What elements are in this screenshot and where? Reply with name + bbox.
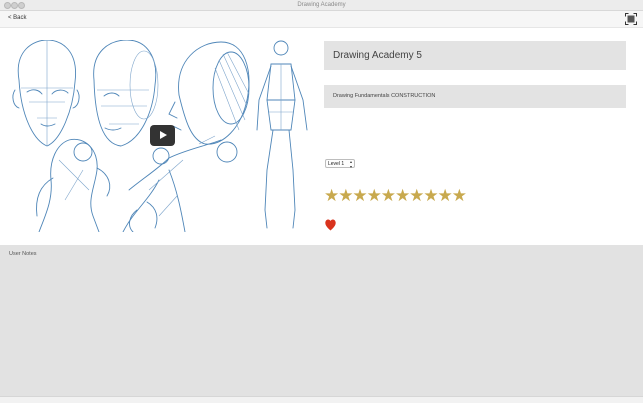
star-icon[interactable]: ★: [367, 187, 382, 205]
star-icon[interactable]: ★: [395, 187, 410, 205]
lesson-title: Drawing Academy 5: [333, 50, 422, 61]
level-select-value: Level 1: [328, 161, 345, 167]
star-icon[interactable]: ★: [423, 187, 438, 205]
star-icon[interactable]: ★: [381, 187, 396, 205]
window-title: Drawing Academy: [297, 2, 346, 8]
star-icon[interactable]: ★: [452, 187, 467, 205]
heart-icon[interactable]: [325, 219, 336, 231]
lesson-subtitle: Drawing Fundamentals CONSTRUCTION: [333, 93, 436, 99]
star-icon[interactable]: ★: [324, 187, 339, 205]
fullscreen-icon[interactable]: [625, 13, 637, 25]
lesson-title-box: Drawing Academy 5: [324, 41, 626, 70]
user-notes-label: User Notes: [9, 251, 37, 257]
user-notes-panel[interactable]: User Notes: [0, 245, 643, 396]
window-titlebar: Drawing Academy: [0, 0, 643, 11]
lesson-video-thumbnail[interactable]: [9, 40, 311, 232]
level-select[interactable]: Level 1 ▴ ▾: [325, 159, 355, 168]
stepper-arrows-icon: ▴ ▾: [349, 159, 352, 169]
star-rating[interactable]: ★ ★ ★ ★ ★ ★ ★ ★ ★ ★: [324, 187, 467, 205]
star-icon[interactable]: ★: [438, 187, 453, 205]
play-button[interactable]: [150, 125, 175, 146]
star-icon[interactable]: ★: [338, 187, 353, 205]
star-icon[interactable]: ★: [352, 187, 367, 205]
back-button[interactable]: < Back: [8, 15, 27, 21]
lesson-subtitle-box: Drawing Fundamentals CONSTRUCTION: [324, 85, 626, 108]
navigation-bar: < Back: [0, 11, 643, 28]
star-icon[interactable]: ★: [409, 187, 424, 205]
